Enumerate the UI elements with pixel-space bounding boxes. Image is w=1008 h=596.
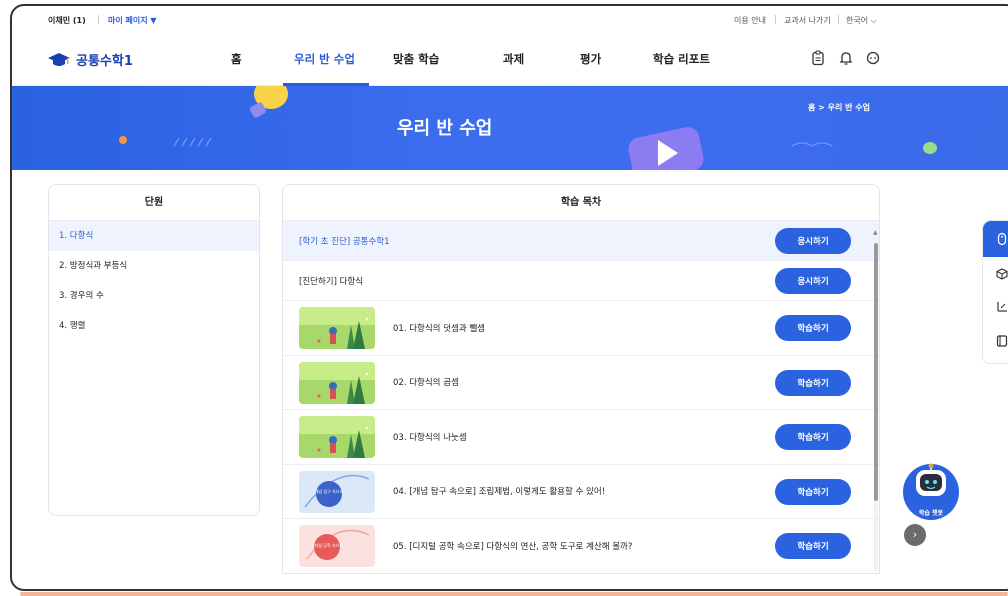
scrollbar-thumb[interactable] [874, 243, 878, 501]
list-item[interactable]: [학기 초 진단] 공통수학1 응시하기 [283, 221, 879, 261]
chatbot-label: 학습 챗봇 [918, 510, 944, 517]
chevron-right-icon[interactable]: › [904, 524, 926, 546]
nav-assignment[interactable]: 과제 [503, 51, 524, 67]
breadcrumb: 홈 > 우리 반 수업 [808, 103, 871, 112]
user-name: 이채민 (1) [48, 16, 86, 25]
hero-decoration [119, 86, 937, 170]
list-item[interactable]: 01. 다항식의 덧셈과 뺄셈 학습하기 [283, 301, 879, 356]
item-title: 01. 다항식의 덧셈과 뺄셈 [393, 323, 486, 334]
study-button[interactable]: 학습하기 [775, 315, 851, 341]
mouse-icon[interactable] [995, 232, 1008, 246]
lesson-thumbnail [299, 307, 375, 349]
unit-item-cases[interactable]: 3. 경우의 수 [49, 281, 259, 311]
tool-dock [982, 220, 1008, 364]
take-test-button[interactable]: 응시하기 [775, 268, 851, 294]
my-page-dropdown[interactable]: 마이 페이지 ▼ [108, 15, 157, 26]
nav-learning-report[interactable]: 학습 리포트 [653, 51, 710, 67]
unit-item-equations[interactable]: 2. 방정식과 부등식 [49, 251, 259, 281]
main-nav: 공통수학1 홈 우리 반 수업 맞춤 학습 과제 평가 학습 리포트 [12, 32, 1008, 86]
book-icon[interactable] [995, 334, 1008, 348]
study-button[interactable]: 학습하기 [775, 533, 851, 559]
contents-header: 학습 목차 [283, 185, 879, 221]
page-title: 우리 반 수업 [397, 118, 493, 139]
decorative-bottom-bar [20, 592, 1008, 596]
thumbnail-text: 개념 탐구 속으로 [315, 488, 344, 494]
study-button[interactable]: 학습하기 [775, 424, 851, 450]
digital-engineering-thumbnail: 디지털 공학 속으로 [299, 525, 375, 567]
chat-icon[interactable] [865, 50, 881, 66]
course-title: 공통수학1 [76, 54, 133, 69]
concept-exploration-thumbnail: 개념 탐구 속으로 [299, 470, 375, 513]
nav-custom-learning[interactable]: 맞춤 학습 [393, 51, 439, 67]
utility-bar: 이채민 (1) 마이 페이지 ▼ 이용 안내 교과서 나가기 한국어 ⌵ [12, 6, 1008, 32]
app-window: 이채민 (1) 마이 페이지 ▼ 이용 안내 교과서 나가기 한국어 ⌵ 공통수… [10, 4, 1008, 591]
learning-contents-panel: 학습 목차 [학기 초 진단] 공통수학1 응시하기 [진단하기] 다항식 응시… [282, 184, 880, 574]
cube-icon[interactable] [995, 267, 1008, 281]
lesson-thumbnail [299, 416, 375, 458]
item-title: [학기 초 진단] 공통수학1 [299, 236, 390, 247]
language-select[interactable]: 한국어 ⌵ [846, 15, 877, 26]
nav-evaluation[interactable]: 평가 [580, 51, 601, 67]
logo[interactable]: 공통수학1 [48, 50, 133, 69]
coordinate-axis-icon[interactable] [995, 300, 1008, 314]
unit-panel-header: 단원 [49, 185, 259, 221]
list-item[interactable]: 디지털 공학 속으로 05. [디지털 공학 속으로] 다항식의 연산, 공학 … [283, 519, 879, 573]
exit-textbook-link[interactable]: 교과서 나가기 [784, 15, 831, 26]
bell-icon[interactable] [838, 50, 854, 66]
unit-item-matrix[interactable]: 4. 행렬 [49, 311, 259, 341]
item-title: 05. [디지털 공학 속으로] 다항식의 연산, 공학 도구로 계산해 볼까? [393, 541, 633, 552]
unit-panel: 단원 1. 다항식 2. 방정식과 부등식 3. 경우의 수 4. 행렬 [48, 184, 260, 516]
divider [98, 15, 99, 24]
learning-chatbot-button[interactable]: 학습 챗봇 [902, 460, 960, 522]
list-item[interactable]: [진단하기] 다항식 응시하기 [283, 261, 879, 301]
item-title: 03. 다항식의 나눗셈 [393, 432, 467, 443]
study-button[interactable]: 학습하기 [775, 478, 851, 505]
clipboard-icon[interactable] [810, 50, 826, 66]
nav-home[interactable]: 홈 [231, 51, 242, 67]
nav-our-class[interactable]: 우리 반 수업 [294, 51, 355, 67]
scrollbar[interactable] [874, 229, 878, 571]
divider [775, 15, 776, 24]
graduation-cap-icon [48, 52, 70, 66]
guide-link[interactable]: 이용 안내 [734, 15, 766, 26]
lesson-thumbnail [299, 361, 375, 404]
item-title: 04. [개념 탐구 속으로] 조립제법, 이렇게도 활용할 수 있어! [393, 487, 606, 498]
item-title: [진단하기] 다항식 [299, 276, 364, 287]
item-title: 02. 다항식의 곱셈 [393, 378, 459, 389]
list-item[interactable]: 03. 다항식의 나눗셈 학습하기 [283, 410, 879, 465]
take-test-button[interactable]: 응시하기 [775, 228, 851, 254]
study-button[interactable]: 학습하기 [775, 369, 851, 396]
scroll-up-icon[interactable]: ▲ [873, 229, 878, 236]
divider [838, 15, 839, 24]
list-item[interactable]: 02. 다항식의 곱셈 학습하기 [283, 356, 879, 410]
hero-banner: 우리 반 수업 홈 > 우리 반 수업 [12, 86, 1008, 170]
list-item[interactable]: 개념 탐구 속으로 04. [개념 탐구 속으로] 조립제법, 이렇게도 활용할… [283, 465, 879, 519]
unit-item-polynomial[interactable]: 1. 다항식 [49, 221, 259, 251]
thumbnail-text: 디지털 공학 속으로 [311, 542, 343, 548]
